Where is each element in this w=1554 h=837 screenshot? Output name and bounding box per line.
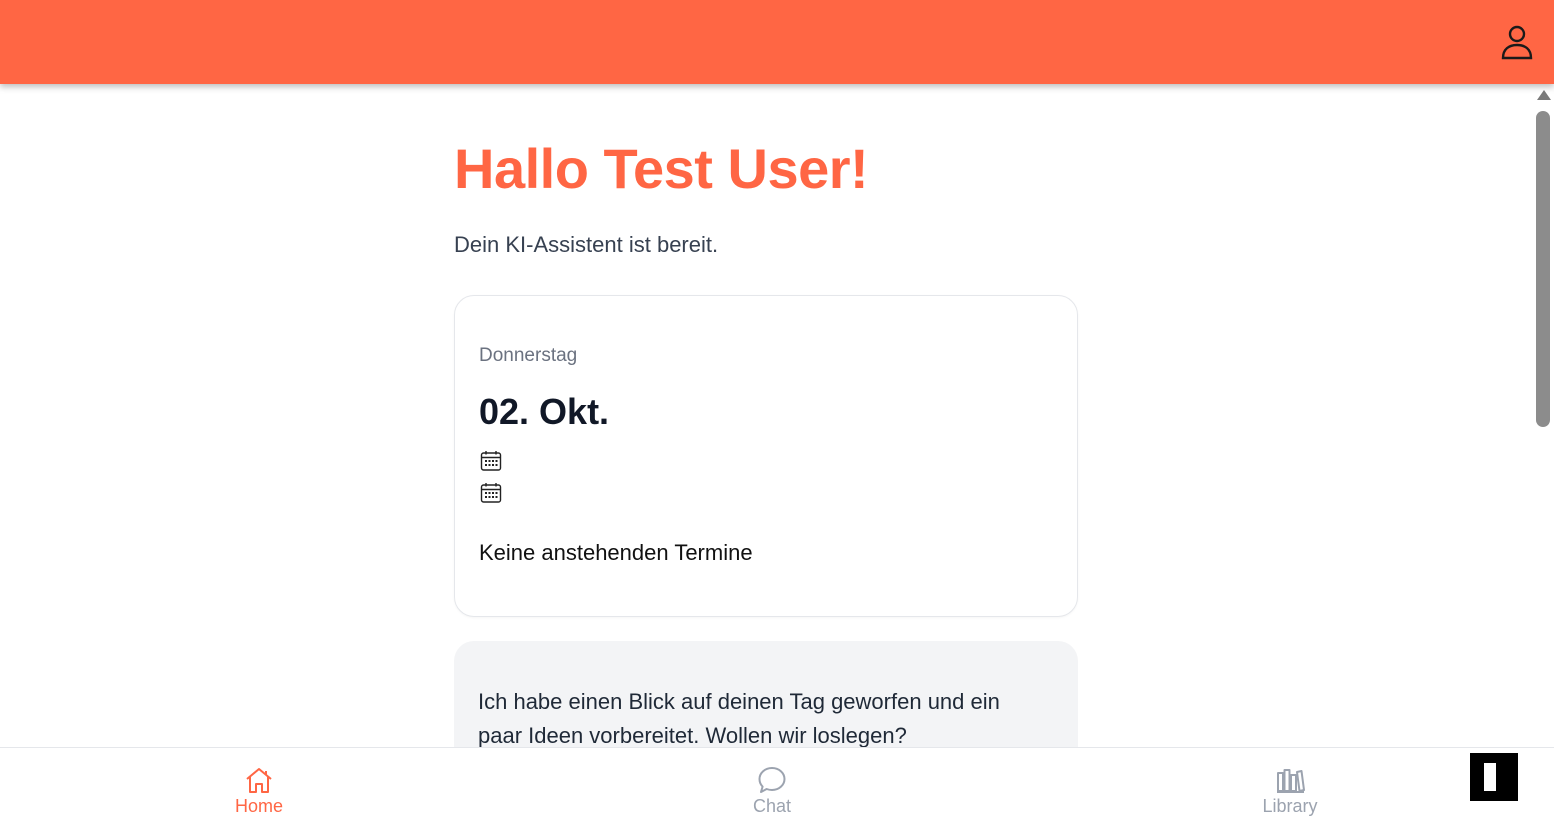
nav-library[interactable]: Library [1230,766,1350,826]
greeting-heading: Hallo Test User! [454,137,869,200]
scrollbar-thumb[interactable] [1536,111,1550,427]
top-app-bar [0,0,1554,84]
assistant-suggestion-text: Ich habe einen Blick auf deinen Tag gewo… [478,689,1000,748]
nav-home[interactable]: Home [199,766,319,826]
date-card: Donnerstag 02. Okt. Keine anstehenden Te… [454,295,1078,617]
floating-widget-button[interactable] [1470,753,1518,801]
weekday-label: Donnerstag [479,345,578,366]
no-events-message: Keine anstehenden Termine [479,540,753,565]
nav-library-label: Library [1262,796,1318,816]
library-books-icon [1277,769,1305,793]
calendar-icon [480,483,502,503]
profile-button[interactable] [1498,22,1536,62]
scroll-up-arrow-icon[interactable] [1537,90,1551,100]
nav-home-label: Home [234,796,283,816]
main-scroll-area[interactable]: Hallo Test User! Dein KI-Assistent ist b… [0,84,1532,748]
bottom-navigation: Home Chat Library [0,747,1554,837]
widget-bar-icon [1484,763,1496,791]
calendar-icon [480,451,502,471]
chat-bubble-icon [758,767,786,793]
home-icon [246,768,272,793]
assistant-status-text: Dein KI-Assistent ist bereit. [454,232,719,257]
assistant-suggestion-card[interactable]: Ich habe einen Blick auf deinen Tag gewo… [454,641,1078,748]
user-icon [1501,25,1533,60]
nav-chat[interactable]: Chat [712,766,832,826]
date-label: 02. Okt. [479,391,610,432]
nav-chat-label: Chat [752,796,792,816]
vertical-scrollbar[interactable] [1532,84,1554,748]
